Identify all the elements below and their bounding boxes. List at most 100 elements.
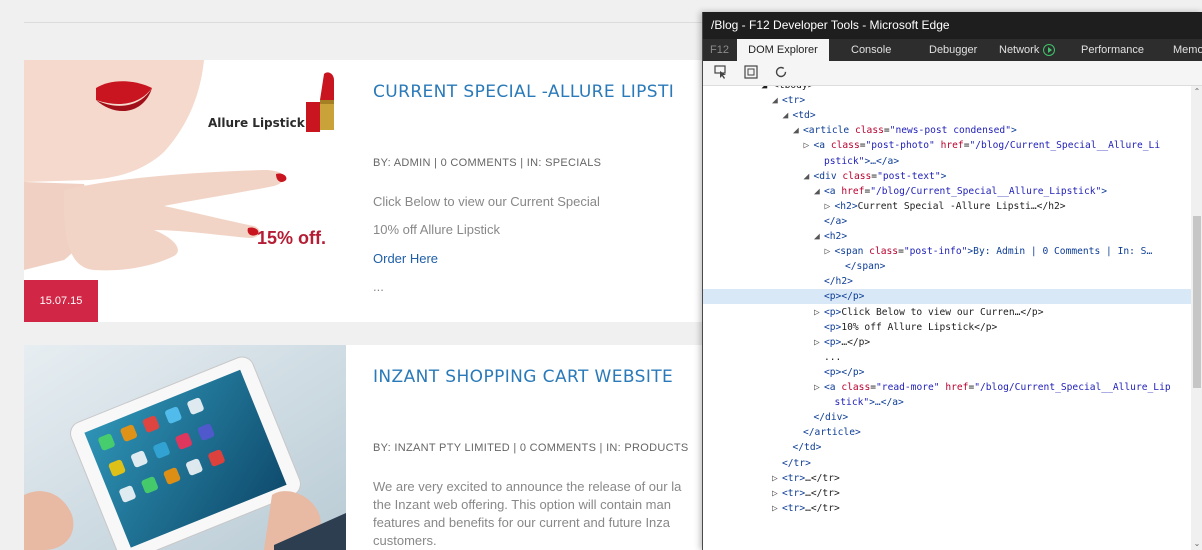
dom-node-line[interactable]: ▷ <span class="post-info">By: Admin | 0 C… xyxy=(703,244,1191,259)
expand-toggle-icon[interactable]: ▷ xyxy=(772,471,782,486)
dom-node-line[interactable]: ... xyxy=(703,350,1191,365)
expand-toggle-icon[interactable]: ▷ xyxy=(825,244,835,259)
dom-attr-value: "post-text" xyxy=(877,170,941,182)
dom-tag: <p> xyxy=(824,336,842,348)
order-here-link[interactable]: Order Here xyxy=(373,251,438,266)
tablet-photo-illustration xyxy=(24,345,346,550)
dom-node-line[interactable]: </span> xyxy=(703,259,1191,274)
dom-text: 10% off Allure Lipstick</p> xyxy=(841,321,998,333)
dom-node-line[interactable]: ◢ <div class="post-text"> xyxy=(703,169,1191,184)
dom-node-line[interactable]: </h2> xyxy=(703,274,1191,289)
expand-toggle-icon[interactable]: ◢ xyxy=(772,93,782,108)
dom-tag: <div xyxy=(813,170,837,182)
scrollbar-thumb[interactable] xyxy=(1193,216,1201,388)
dom-node-line[interactable]: ▷ <a class="read-more" href="/blog/Curren… xyxy=(703,380,1191,395)
post-info: BY: INZANT PTY LIMITED | 0 COMMENTS | IN… xyxy=(373,442,689,454)
refresh-icon[interactable] xyxy=(773,65,789,81)
tab-memory[interactable]: Memo xyxy=(1173,39,1202,61)
dom-attr-name: href xyxy=(841,185,865,197)
news-post: Allure Lipstick 15% off. 15.07.15 CURREN… xyxy=(24,60,724,322)
dom-node-line[interactable]: ▷ <tr>…</tr> xyxy=(703,471,1191,486)
dom-attr-name: class xyxy=(830,140,860,152)
devtools-titlebar[interactable]: /Blog - F12 Developer Tools - Microsoft … xyxy=(703,12,1202,39)
dom-node-line[interactable]: </td> xyxy=(703,440,1191,455)
dom-text: ... xyxy=(824,351,842,363)
expand-toggle-icon[interactable]: ◢ xyxy=(814,184,824,199)
dom-attr-name: href xyxy=(945,382,969,393)
dom-node-line[interactable]: ▷ <h2>Current Special -Allure Lipsti…</h2… xyxy=(703,199,1191,214)
highlight-box-icon[interactable] xyxy=(743,65,759,81)
expand-toggle-icon[interactable]: ▷ xyxy=(772,486,782,501)
record-icon xyxy=(1043,44,1056,56)
dom-text: Click Below to view our Curren…</p> xyxy=(841,306,1044,318)
expand-toggle-icon[interactable]: ▷ xyxy=(814,305,824,320)
dom-node-line[interactable]: pstick">…</a> xyxy=(703,154,1191,169)
post-title-link[interactable]: CURRENT SPECIAL -ALLURE LIPSTI xyxy=(373,82,674,102)
expand-toggle-icon[interactable]: ▷ xyxy=(804,138,814,153)
post-paragraph: 10% off Allure Lipstick xyxy=(373,222,500,237)
tab-console[interactable]: Console xyxy=(851,39,891,61)
dom-node-line[interactable]: </div> xyxy=(703,410,1191,425)
dom-tree-scrollbar[interactable]: ⌃ ⌄ xyxy=(1191,86,1202,550)
dom-tag: </article> xyxy=(803,427,861,439)
dom-node-line[interactable]: <p></p> xyxy=(703,289,1191,305)
dom-node-line[interactable]: </a> xyxy=(703,214,1191,229)
dom-tag: <span xyxy=(834,246,864,258)
expand-toggle-icon[interactable]: ▷ xyxy=(772,501,782,516)
post-title-link[interactable]: INZANT SHOPPING CART WEBSITE xyxy=(373,367,673,387)
dom-node-line[interactable]: ▷ <tr>…</tr> xyxy=(703,501,1191,516)
dom-attr-value: "post-info" xyxy=(903,246,968,258)
post-photo-lipstick[interactable]: Allure Lipstick 15% off. 15.07.15 xyxy=(24,60,346,322)
tab-debugger[interactable]: Debugger xyxy=(929,39,977,61)
dom-tag: </a> xyxy=(824,215,848,227)
dom-node-line[interactable]: ◢ <a href="/blog/Current_Special__Allure_… xyxy=(703,184,1191,199)
expand-toggle-icon[interactable]: ◢ xyxy=(804,169,814,184)
post-paragraph: the Inzant web offering. This option wil… xyxy=(373,497,671,512)
post-photo-tablet[interactable] xyxy=(24,345,346,550)
dom-attr-value: "read-more" xyxy=(876,382,940,393)
dom-node-line[interactable]: <p>10% off Allure Lipstick</p> xyxy=(703,320,1191,335)
dom-node-line[interactable]: ◢ <article class="news-post condensed"> xyxy=(703,123,1191,138)
photo-discount-label: 15% off. xyxy=(257,228,327,248)
scroll-up-icon[interactable]: ⌃ xyxy=(1193,88,1201,96)
dom-node-line[interactable]: stick">…</a> xyxy=(703,395,1191,410)
dom-tag: </h2> xyxy=(824,276,853,288)
dom-node-line[interactable]: ▷ <p>Click Below to view our Curren…</p> xyxy=(703,305,1191,320)
dom-node-line[interactable]: ◢ <td> xyxy=(703,108,1191,123)
dom-tag: <article xyxy=(803,125,850,137)
dom-tree[interactable]: ◢ <tbody>◢<tr>◢<td>◢<article class="news… xyxy=(703,86,1191,550)
expand-toggle-icon[interactable]: ◢ xyxy=(783,108,793,123)
dom-attr-value: "/blog/Current_Special__Allure_Li xyxy=(969,140,1161,152)
dom-tag-end: >By: Admin | 0 Comments | In: S… xyxy=(967,246,1153,258)
dom-node-line[interactable]: ▷ <p>…</p> xyxy=(703,335,1191,350)
scroll-down-icon[interactable]: ⌄ xyxy=(1193,540,1201,548)
tab-dom-explorer[interactable]: DOM Explorer xyxy=(737,39,829,61)
dom-node-line[interactable]: ◢ <tbody> xyxy=(703,86,1191,93)
dom-attr-name: class xyxy=(855,125,884,137)
dom-tag: <td> xyxy=(792,110,816,122)
dom-tag: <h2> xyxy=(824,231,848,242)
expand-toggle-icon[interactable]: ◢ xyxy=(793,123,803,138)
dom-node-line[interactable]: ◢ <tr> xyxy=(703,93,1191,108)
expand-toggle-icon[interactable]: ◢ xyxy=(814,229,824,244)
dom-tag: <tr> xyxy=(782,487,806,499)
dom-node-line[interactable]: ◢ <h2> xyxy=(703,229,1191,244)
devtools-tab-bar: F12 DOM Explorer Console Debugger Networ… xyxy=(703,39,1202,61)
expand-toggle-icon[interactable]: ▷ xyxy=(814,335,824,350)
post-paragraph: customers. xyxy=(373,533,437,548)
dom-tag: <p> xyxy=(824,306,842,318)
dom-node-line[interactable]: ▷ <tr>…</tr> xyxy=(703,486,1191,501)
dom-node-line[interactable]: ▷ <a class="post-photo" href="/blog/Curre… xyxy=(703,138,1191,153)
dom-tag: <tr> xyxy=(782,472,806,484)
tab-performance[interactable]: Performance xyxy=(1081,39,1144,61)
expand-toggle-icon[interactable]: ▷ xyxy=(814,380,824,395)
dom-node-line[interactable]: </tr> xyxy=(703,456,1191,471)
dom-node-line[interactable]: </article> xyxy=(703,425,1191,440)
dom-text: …</tr> xyxy=(805,502,840,514)
expand-toggle-icon[interactable]: ▷ xyxy=(825,199,835,214)
tab-network[interactable]: Network xyxy=(999,39,1056,61)
news-post: INZANT SHOPPING CART WEBSITE BY: INZANT … xyxy=(24,345,724,550)
select-element-icon[interactable] xyxy=(713,65,729,81)
dom-node-line[interactable]: <p></p> xyxy=(703,365,1191,380)
dom-tag: <a xyxy=(824,382,836,393)
